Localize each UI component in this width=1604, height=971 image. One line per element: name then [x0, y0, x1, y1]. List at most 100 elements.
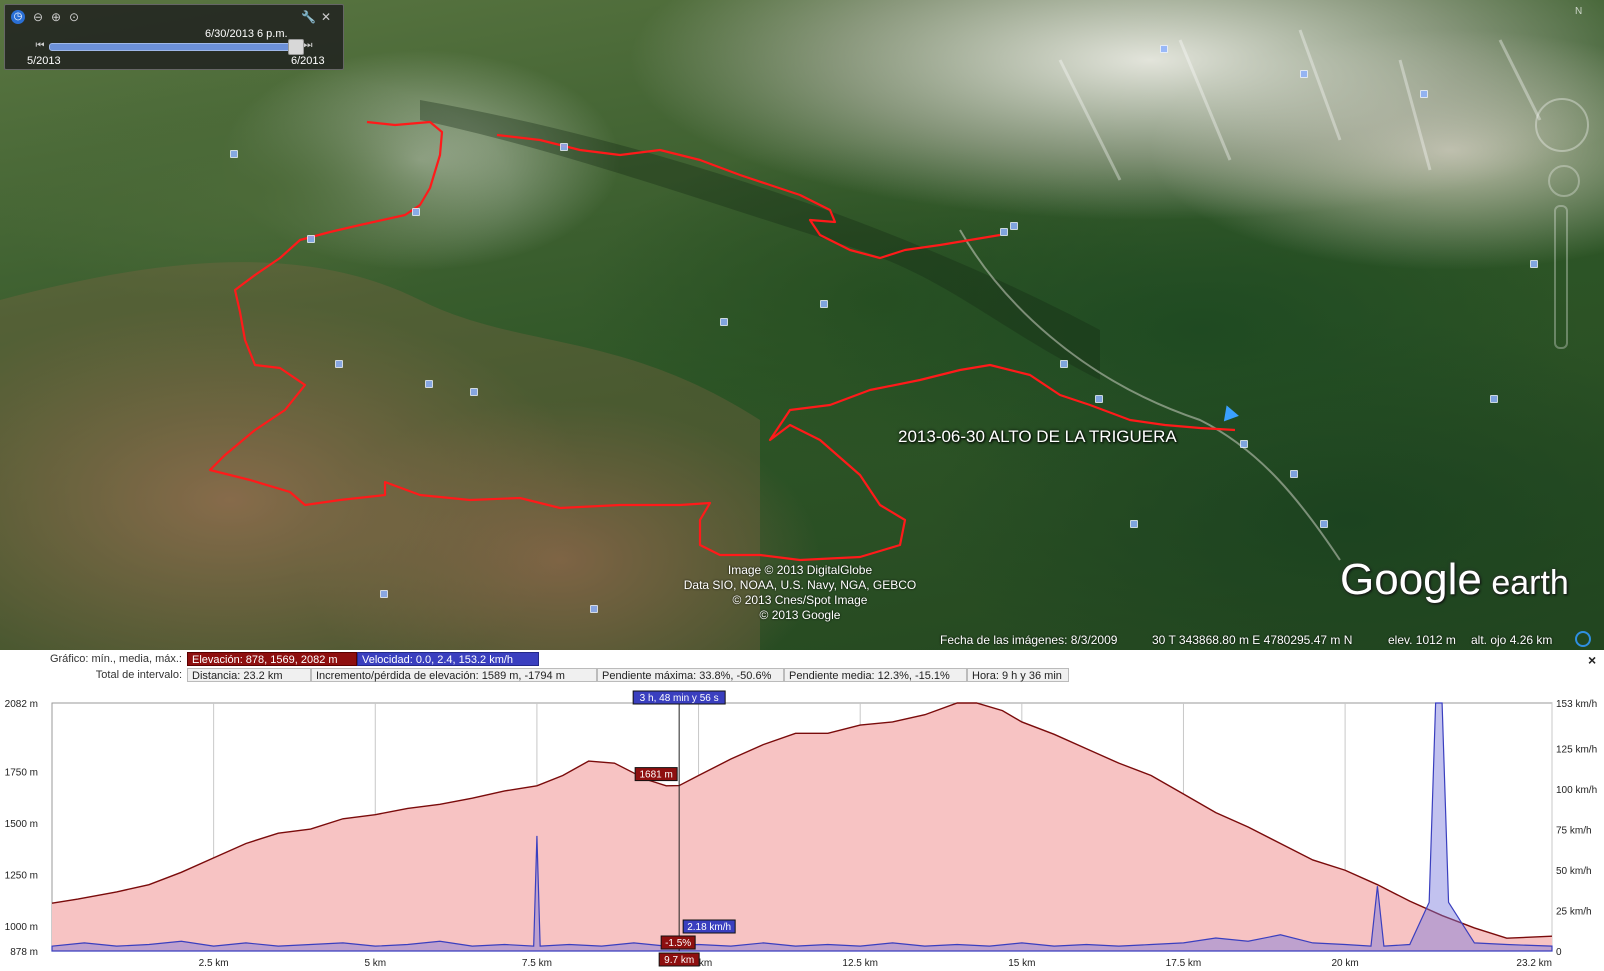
poi-marker[interactable]	[380, 590, 388, 598]
cursor-slope-label: -1.5%	[665, 938, 691, 949]
poi-marker[interactable]	[1060, 360, 1068, 368]
cursor-distance-label: 9.7 km	[664, 955, 694, 966]
poi-marker[interactable]	[1240, 440, 1248, 448]
credit-line: Data SIO, NOAA, U.S. Navy, NGA, GEBCO	[683, 578, 917, 592]
play-icon[interactable]: ⊙	[67, 10, 81, 24]
move-joystick-icon[interactable]	[1548, 165, 1580, 197]
y-right-tick-label: 50 km/h	[1556, 866, 1592, 877]
poi-marker[interactable]	[1000, 228, 1008, 236]
y-right-tick-label: 100 km/h	[1556, 785, 1597, 796]
poi-marker[interactable]	[1130, 520, 1138, 528]
time-slider-track[interactable]	[49, 43, 299, 51]
clock-icon[interactable]: ◷	[11, 10, 25, 24]
imagery-credits: Image © 2013 DigitalGlobe Data SIO, NOAA…	[650, 563, 950, 623]
zoom-slider[interactable]	[1554, 205, 1568, 349]
poi-marker[interactable]	[820, 300, 828, 308]
poi-marker[interactable]	[307, 235, 315, 243]
poi-marker[interactable]	[1095, 395, 1103, 403]
poi-marker[interactable]	[1530, 260, 1538, 268]
y-right-tick-label: 75 km/h	[1556, 825, 1592, 836]
x-tick-label: 17.5 km	[1166, 958, 1202, 969]
poi-marker[interactable]	[425, 380, 433, 388]
step-forward-icon[interactable]: ⏭	[301, 39, 315, 53]
poi-marker[interactable]	[412, 208, 420, 216]
y-right-tick-label: 0	[1556, 947, 1562, 958]
x-tick-label: 7.5 km	[522, 958, 552, 969]
x-tick-label: 23.2 km	[1516, 958, 1552, 969]
look-joystick-icon[interactable]	[1535, 98, 1589, 152]
y-left-tick-label: 2082 m	[5, 699, 38, 710]
elevation-readout: elev. 1012 m	[1388, 633, 1456, 647]
poi-marker[interactable]	[720, 318, 728, 326]
time-start: 5/2013	[27, 55, 61, 67]
y-left-tick-label: 1250 m	[5, 870, 38, 881]
cursor-elevation-label: 1681 m	[639, 770, 672, 781]
elevation-summary[interactable]: Elevación: 878, 1569, 2082 m	[187, 652, 357, 666]
y-left-tick-label: 1500 m	[5, 819, 38, 830]
streaming-indicator-icon	[1575, 631, 1591, 647]
x-tick-label: 20 km	[1331, 958, 1358, 969]
row-label: Gráfico: mín., media, máx.:	[49, 653, 182, 665]
status-bar: Fecha de las imágenes: 8/3/2009 30 T 343…	[0, 630, 1604, 650]
close-profile-button[interactable]: ×	[1588, 652, 1596, 668]
elevation-gain-loss: Incremento/pérdida de elevación: 1589 m,…	[311, 668, 597, 682]
coordinates: 30 T 343868.80 m E 4780295.47 m N	[1152, 633, 1353, 647]
zoom-out-time-icon[interactable]: ⊖	[31, 10, 45, 24]
poi-marker[interactable]	[560, 143, 568, 151]
x-tick-label: 15 km	[1008, 958, 1035, 969]
avg-slope: Pendiente media: 12.3%, -15.1%	[784, 668, 967, 682]
x-tick-label: 5 km	[364, 958, 386, 969]
google-earth-logo: Google earth	[1340, 555, 1569, 605]
credit-line: Image © 2013 DigitalGlobe	[727, 563, 873, 577]
y-left-tick-label: 1750 m	[5, 767, 38, 778]
close-icon[interactable]: ✕	[319, 10, 333, 24]
eye-altitude: alt. ojo 4.26 km	[1471, 633, 1553, 647]
y-right-tick-label: 25 km/h	[1556, 906, 1592, 917]
poi-marker[interactable]	[1300, 70, 1308, 78]
credit-line: © 2013 Cnes/Spot Image	[732, 593, 868, 607]
poi-marker[interactable]	[1160, 45, 1168, 53]
y-left-tick-label: 1000 m	[5, 922, 38, 933]
y-right-tick-label: 125 km/h	[1556, 744, 1597, 755]
logo-main: Google	[1340, 555, 1482, 604]
time-end: 6/2013	[291, 55, 325, 67]
poi-marker[interactable]	[1320, 520, 1328, 528]
profile-total-row: Total de intervalo: Distancia: 23.2 km I…	[0, 668, 1604, 682]
elevation-chart[interactable]: 2.5 km5 km7.5 km10 km12.5 km15 km17.5 km…	[0, 686, 1604, 971]
snow-streak	[1058, 29, 1542, 181]
elevation-profile-panel: Gráfico: mín., media, máx.: Elevación: 8…	[0, 650, 1604, 971]
poi-marker[interactable]	[1290, 470, 1298, 478]
profile-summary-row: Gráfico: mín., media, máx.: Elevación: 8…	[0, 652, 1604, 666]
time-current: 6/30/2013 6 p.m.	[205, 28, 288, 40]
row-label: Total de intervalo:	[95, 669, 182, 681]
logo-sub: earth	[1481, 564, 1569, 602]
settings-wrench-icon[interactable]: 🔧	[301, 10, 316, 24]
time-slider-panel: ◷ ⊖ ⊕ ⊙ 🔧 ✕ 6/30/2013 6 p.m. ⏮ ⏭ 5/2013 …	[4, 4, 344, 70]
credit-line: © 2013 Google	[759, 608, 841, 622]
step-back-icon[interactable]: ⏮	[33, 39, 47, 53]
map-decor	[0, 29, 1542, 650]
valley-road	[959, 229, 1341, 561]
map-viewport[interactable]: 2013-06-30 ALTO DE LA TRIGUERA Image © 2…	[0, 0, 1604, 650]
max-slope: Pendiente máxima: 33.8%, -50.6%	[597, 668, 784, 682]
cursor-time-label: 3 h, 48 min y 56 s	[640, 693, 719, 704]
poi-marker[interactable]	[470, 388, 478, 396]
poi-marker[interactable]	[1490, 395, 1498, 403]
x-tick-label: 2.5 km	[199, 958, 229, 969]
imagery-date: Fecha de las imágenes: 8/3/2009	[940, 633, 1118, 647]
poi-marker[interactable]	[1420, 90, 1428, 98]
x-tick-label: 12.5 km	[842, 958, 878, 969]
north-indicator-icon[interactable]: N	[1575, 6, 1582, 17]
poi-marker[interactable]	[230, 150, 238, 158]
zoom-in-time-icon[interactable]: ⊕	[49, 10, 63, 24]
cursor-speed-label: 2.18 km/h	[687, 922, 731, 933]
y-right-tick-label: 153 km/h	[1556, 699, 1597, 710]
poi-marker[interactable]	[335, 360, 343, 368]
track-label[interactable]: 2013-06-30 ALTO DE LA TRIGUERA	[898, 427, 1177, 447]
y-left-tick-label: 878 m	[10, 947, 38, 958]
speed-summary[interactable]: Velocidad: 0.0, 2.4, 153.2 km/h	[357, 652, 539, 666]
poi-marker[interactable]	[590, 605, 598, 613]
total-time: Hora: 9 h y 36 min	[967, 668, 1069, 682]
distance-total: Distancia: 23.2 km	[187, 668, 311, 682]
poi-marker[interactable]	[1010, 222, 1018, 230]
